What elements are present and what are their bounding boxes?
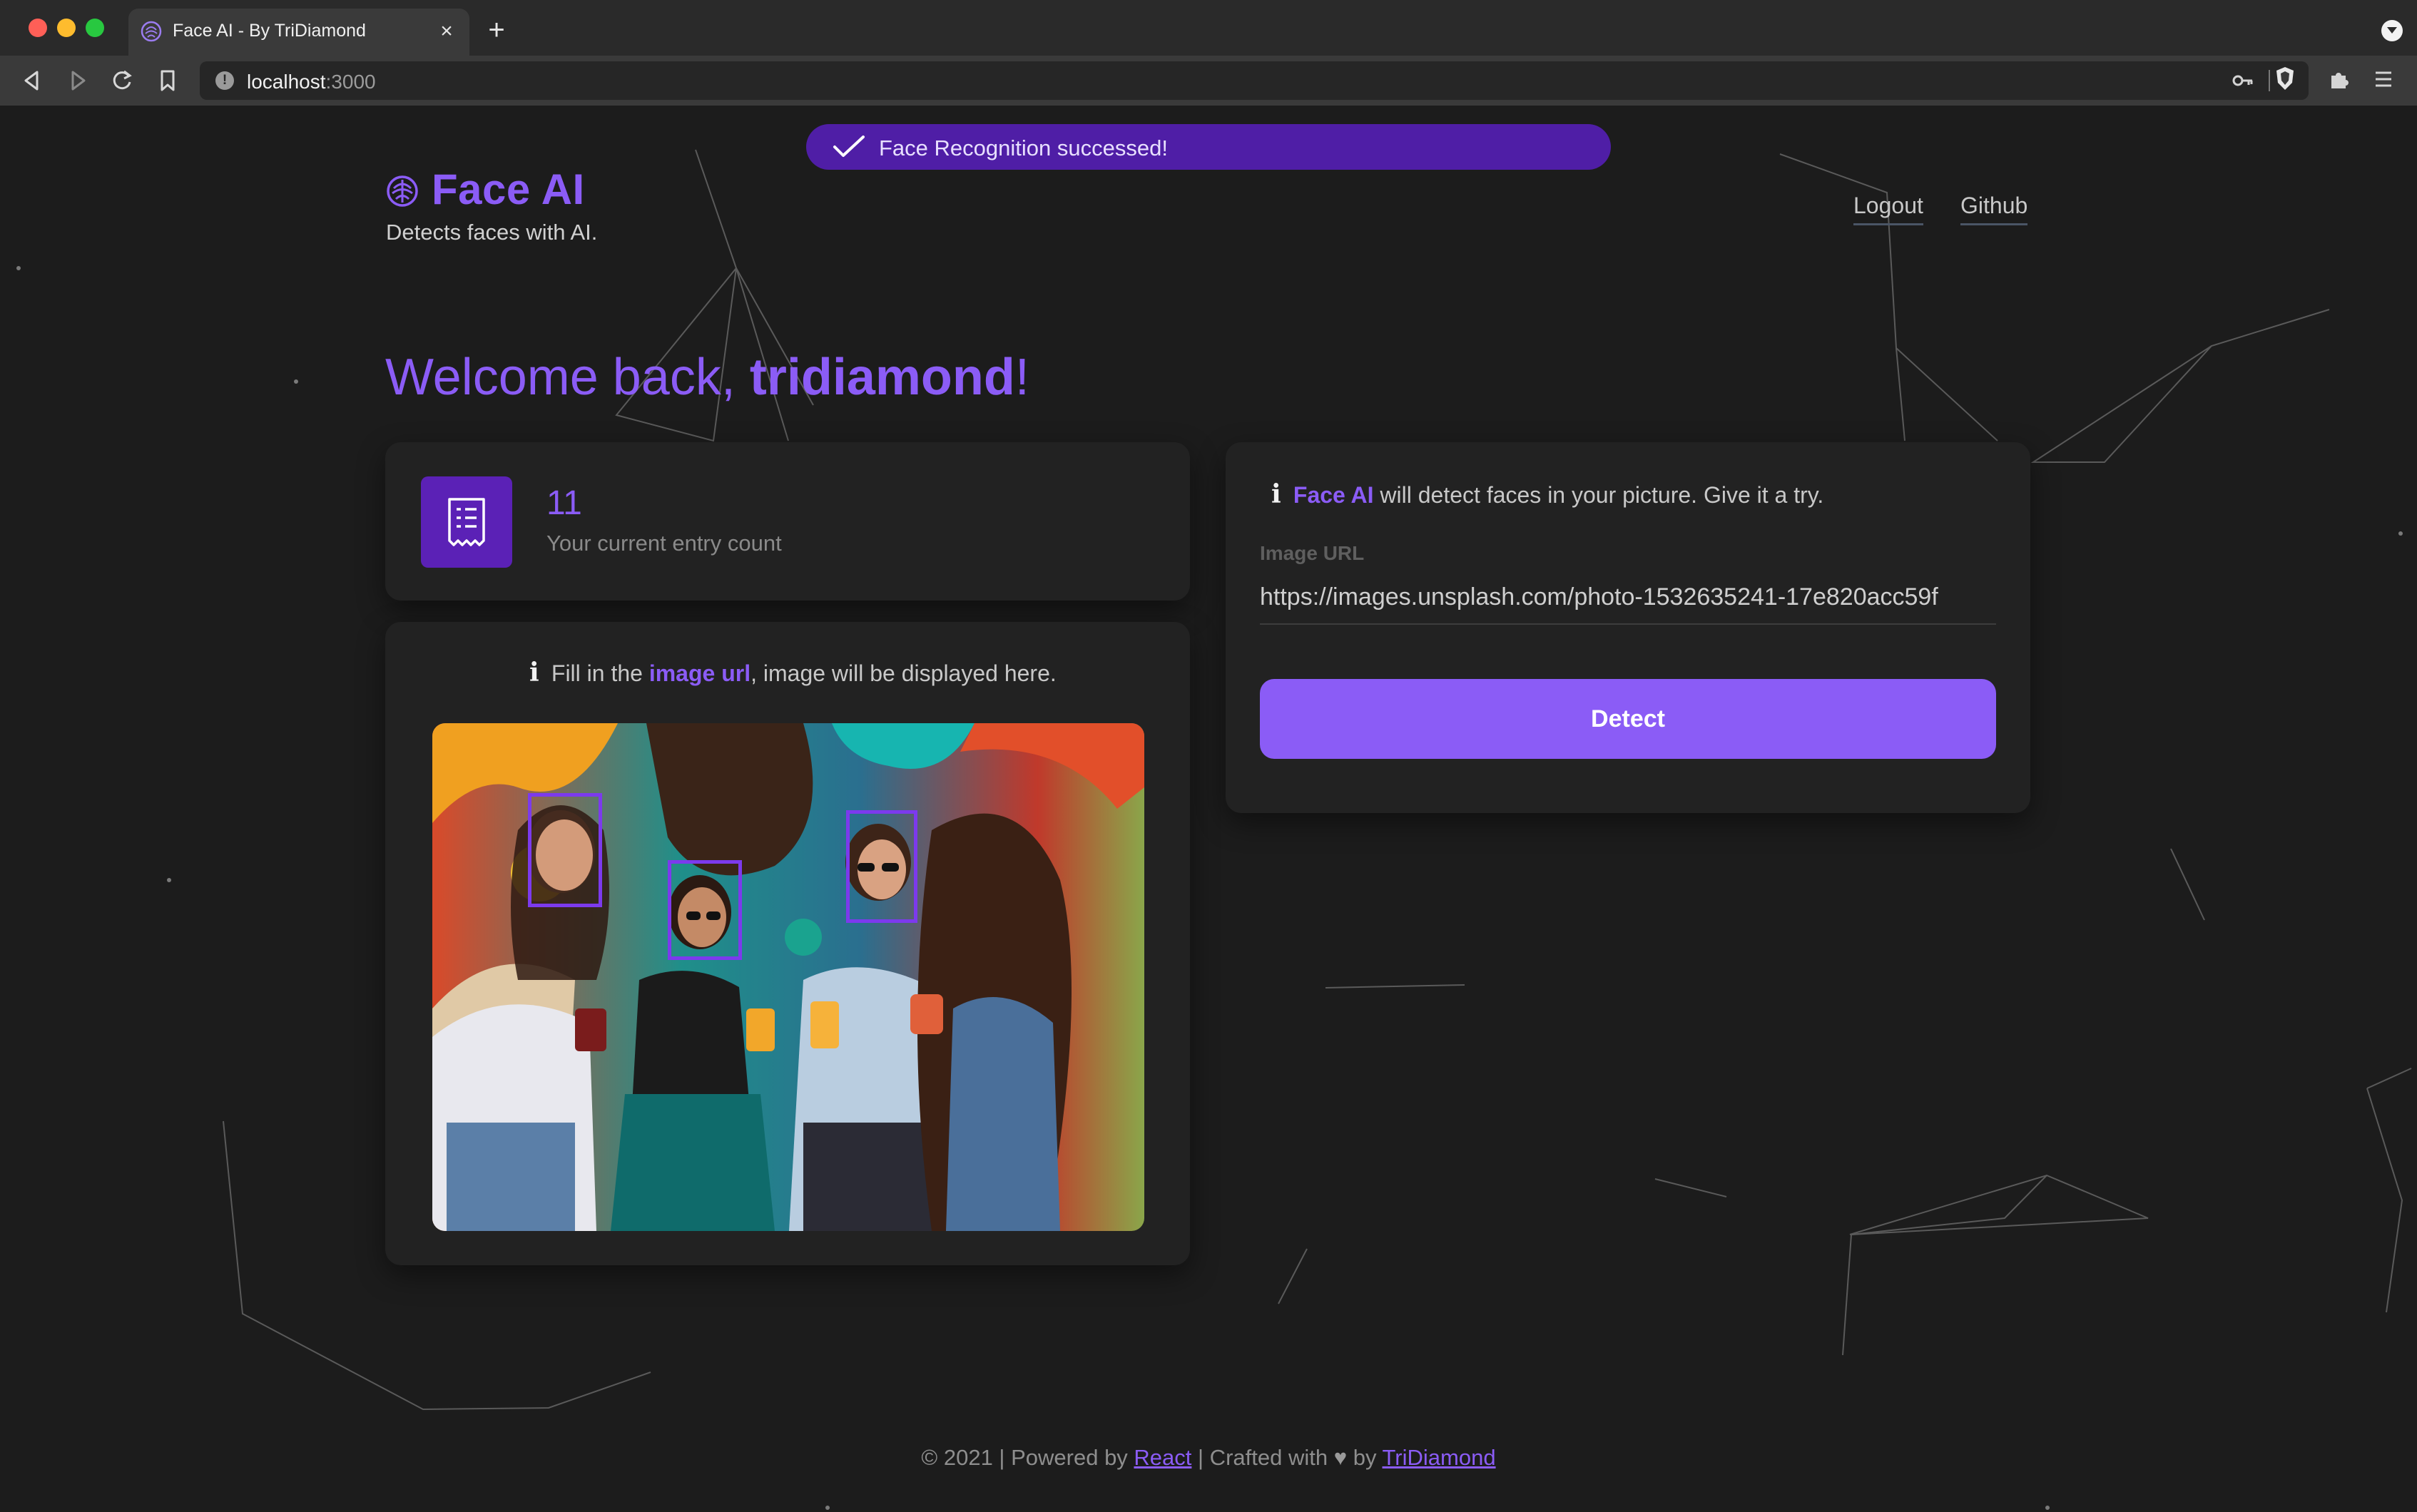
key-icon[interactable]	[2232, 70, 2254, 91]
bookmark-icon[interactable]	[153, 66, 183, 96]
react-link[interactable]: React	[1134, 1445, 1191, 1470]
page: Face Recognition successed! Face AI Dete…	[0, 106, 2417, 1512]
image-url-input[interactable]	[1260, 571, 1996, 625]
particle-network-background	[16, 149, 2412, 1510]
info-icon[interactable]: !	[215, 71, 234, 90]
back-icon[interactable]	[17, 66, 47, 96]
entry-count-value: 11	[546, 484, 582, 522]
detect-info: i Face AI will detect faces in your pict…	[1271, 479, 1824, 509]
face-bounding-box	[668, 860, 742, 960]
receipt-icon	[448, 498, 485, 546]
face-ai-highlight: Face AI	[1293, 482, 1374, 508]
window-close-button[interactable]	[29, 19, 47, 37]
check-icon	[833, 136, 865, 157]
app-title: Face AI	[432, 165, 585, 213]
app-subtitle: Detects faces with AI.	[386, 220, 598, 245]
welcome-heading: Welcome back, tridiamond!	[385, 349, 1029, 406]
tab-search-menu-button[interactable]	[2381, 20, 2403, 41]
footer: © 2021 | Powered by React | Crafted with…	[921, 1445, 1496, 1470]
face-bounding-box	[528, 793, 602, 907]
address-bar[interactable]: ! localhost:3000	[200, 61, 2309, 100]
browser-toolbar: ! localhost:3000	[0, 56, 2417, 106]
window-maximize-button[interactable]	[86, 19, 104, 37]
image-display-card: i Fill in the image url, image will be d…	[385, 622, 1190, 1265]
logo-brain-icon	[387, 175, 418, 207]
info-i-icon: i	[1271, 479, 1281, 509]
image-hint: i Fill in the image url, image will be d…	[529, 658, 1057, 688]
tab-title: Face AI - By TriDiamond	[173, 21, 366, 41]
logout-link[interactable]: Logout	[1853, 193, 1923, 225]
username: tridiamond	[749, 349, 1015, 406]
image-url-highlight: image url	[648, 660, 751, 686]
image-url-label: Image URL	[1260, 542, 1365, 564]
entry-count-label: Your current entry count	[546, 531, 782, 556]
detect-card: i Face AI will detect faces in your pict…	[1226, 442, 2030, 813]
success-toast: Face Recognition successed!	[806, 124, 1611, 170]
face-bounding-box	[846, 810, 917, 923]
reload-icon[interactable]	[107, 66, 137, 96]
detect-button[interactable]: Detect	[1260, 679, 1996, 759]
extensions-icon[interactable]	[2327, 67, 2351, 91]
address-bar-divider	[2269, 70, 2270, 91]
tab-favicon-icon	[141, 21, 162, 42]
url-text[interactable]: localhost:3000	[247, 71, 376, 93]
toast-message: Face Recognition successed!	[879, 136, 1168, 160]
close-icon[interactable]: ×	[434, 19, 459, 44]
plus-icon[interactable]: +	[482, 16, 511, 44]
author-link[interactable]: TriDiamond	[1383, 1445, 1496, 1470]
menu-icon[interactable]	[2373, 68, 2394, 90]
detected-photo	[432, 723, 1144, 1231]
browser-tab-bar: Face AI - By TriDiamond × +	[0, 0, 2417, 56]
window-minimize-button[interactable]	[57, 19, 76, 37]
forward-icon[interactable]	[63, 66, 93, 96]
github-link[interactable]: Github	[1960, 193, 2028, 225]
brave-shield-icon[interactable]	[2274, 66, 2296, 91]
browser-tab-active[interactable]: Face AI - By TriDiamond ×	[128, 9, 469, 56]
info-i-icon: i	[529, 658, 539, 688]
entry-count-icon-box	[421, 476, 512, 568]
heart-icon: ♥	[1333, 1445, 1348, 1470]
entry-count-card: 11 Your current entry count	[385, 442, 1190, 601]
